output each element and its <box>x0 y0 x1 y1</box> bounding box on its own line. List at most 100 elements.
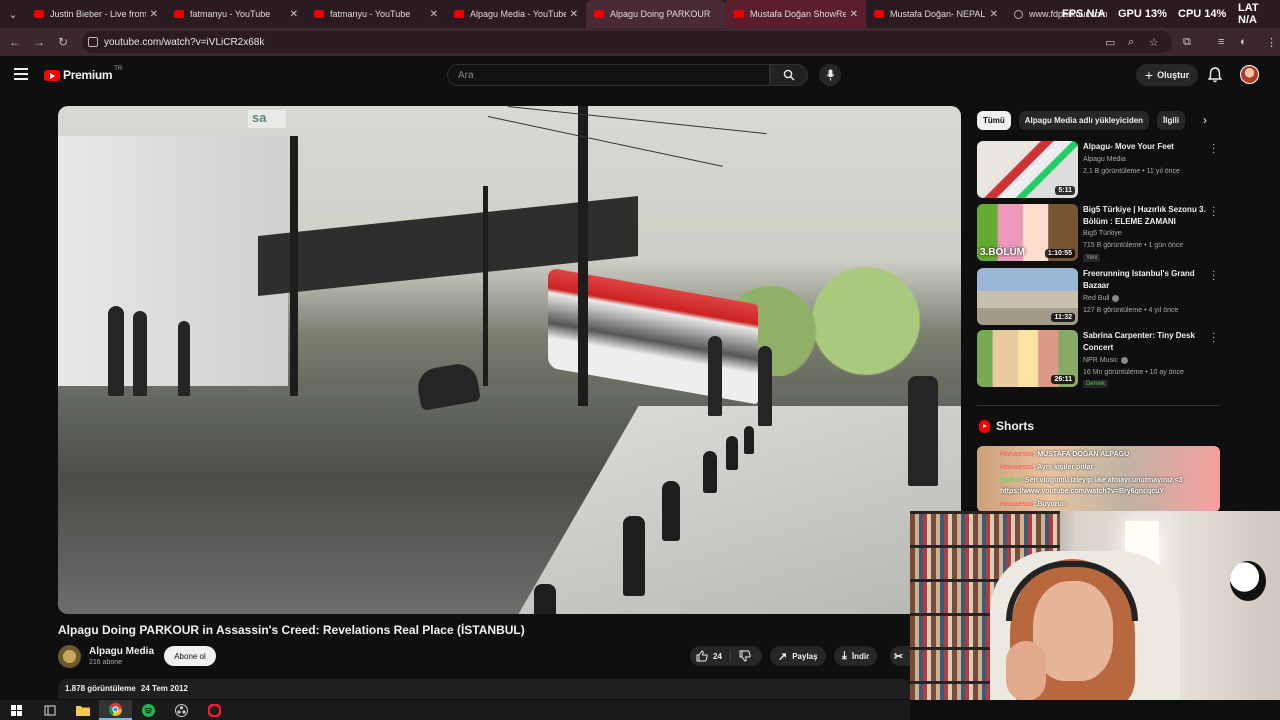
bookmark-star-icon[interactable]: ☆ <box>1149 28 1159 56</box>
account-avatar[interactable] <box>1240 65 1259 84</box>
url-field[interactable]: youtube.com/watch?v=iVLiCR2x68k <box>82 31 1172 53</box>
view-count: 1.878 görüntüleme <box>65 684 136 693</box>
download-button[interactable]: ⤓ İndir <box>834 646 878 666</box>
video-frame-pole <box>483 186 488 386</box>
youtube-logo[interactable]: Premium TR <box>44 66 122 82</box>
browser-tab[interactable]: Mustafa Doğan- NEPALES ✕ <box>866 0 1006 28</box>
chat-text: : Aynı kişiler onlar <box>1033 464 1094 471</box>
hamburger-menu-icon[interactable] <box>14 68 28 80</box>
tab-title: Alpagu Doing PARKOUR <box>610 9 711 19</box>
opera-icon[interactable] <box>198 700 231 720</box>
recommendation-item[interactable]: 26:11 Sabrina Carpenter: Tiny Desk Conce… <box>977 329 1222 388</box>
tab-search-icon[interactable]: ⌄ <box>0 0 26 28</box>
chip-all[interactable]: Tümü <box>977 111 1011 130</box>
share-button[interactable]: ↗ Paylaş <box>770 646 826 666</box>
chat-message: Horusesss: MUSTAFA DOĞAN ALPAGU <box>1000 448 1222 461</box>
obs-icon[interactable] <box>165 700 198 720</box>
recommendation-meta: 2,1 B görüntüleme • 11 yıl önce <box>1083 168 1180 175</box>
chrome-icon[interactable] <box>99 700 132 720</box>
channel-avatar[interactable] <box>58 645 81 668</box>
chip-from-uploader[interactable]: Alpagu Media adlı yükleyiciden <box>1018 111 1150 130</box>
recommendation-title[interactable]: Sabrina Carpenter: Tiny Desk Concert <box>1083 330 1207 354</box>
video-player[interactable]: sa <box>58 106 961 614</box>
tab-list-icon[interactable]: ≡ <box>1218 28 1224 56</box>
more-options-icon[interactable]: · · · <box>1212 203 1218 221</box>
channel-name[interactable]: Alpagu Media <box>89 646 154 657</box>
back-icon[interactable]: ← <box>3 35 27 49</box>
video-duration: 26:11 <box>1051 375 1075 384</box>
video-thumbnail[interactable]: 5:11 <box>977 141 1078 198</box>
more-options-icon[interactable]: · · · <box>1212 329 1218 347</box>
video-thumbnail[interactable]: 11:32 <box>977 268 1078 325</box>
browser-tab[interactable]: Alpagu Media - YouTube ✕ <box>446 0 586 28</box>
close-icon[interactable]: ✕ <box>570 9 578 20</box>
voice-search-button[interactable] <box>819 64 841 86</box>
search-input[interactable]: Ara <box>447 64 770 86</box>
video-thumbnail[interactable]: 3.BÖLÜM 1:10:55 <box>977 204 1078 261</box>
site-info-icon[interactable] <box>88 37 98 47</box>
browser-menu-icon[interactable]: ⋮ <box>1266 28 1277 56</box>
recommendation-channel[interactable]: Red Bull <box>1083 293 1213 305</box>
close-icon[interactable]: ✕ <box>290 9 298 20</box>
description-box[interactable]: 1.878 görüntüleme 24 Tem 2012 <box>58 679 910 699</box>
forward-icon[interactable]: → <box>27 35 51 49</box>
recommendation-meta: 715 B görüntüleme • 1 gün önce <box>1083 242 1184 249</box>
clip-button[interactable]: ✂ <box>890 646 910 666</box>
video-frame-pedestrian <box>108 306 124 396</box>
verified-icon <box>1121 356 1129 364</box>
browser-tab[interactable]: fatmanyu - YouTube ✕ <box>166 0 306 28</box>
recommendation-channel[interactable]: NPR Music <box>1083 355 1213 367</box>
shorts-header: Shorts <box>979 419 1034 433</box>
recommendation-title[interactable]: Freerunning Istanbul's Grand Bazaar <box>1083 268 1207 292</box>
zoom-icon[interactable]: ⌕ <box>1128 28 1134 56</box>
chevron-right-icon[interactable]: › <box>1198 113 1212 127</box>
reload-icon[interactable]: ↻ <box>51 35 75 49</box>
recommendation-item[interactable]: 11:32 Freerunning Istanbul's Grand Bazaa… <box>977 267 1222 326</box>
create-button[interactable]: + Oluştur <box>1136 64 1198 86</box>
close-icon[interactable]: ✕ <box>150 9 158 20</box>
tab-title: Alpagu Media - YouTube <box>470 9 566 19</box>
streamer-hand <box>1006 641 1046 700</box>
youtube-icon <box>734 10 744 18</box>
video-frame-wire <box>507 106 767 135</box>
search-button[interactable] <box>770 64 808 86</box>
windows-start-icon[interactable] <box>0 700 33 720</box>
recommendation-meta: 127 B görüntüleme • 4 yıl önce <box>1083 307 1179 314</box>
new-badge: Yeni <box>1083 254 1101 262</box>
chat-message: https://www.youtube.com/watch?v=Bry6qncq… <box>1000 485 1222 498</box>
browser-tab[interactable]: fatmanyu - YouTube ✕ <box>306 0 446 28</box>
task-view-icon[interactable] <box>33 700 66 720</box>
extensions-icon[interactable]: ⧉ <box>1183 28 1191 56</box>
more-options-icon[interactable]: · · · <box>1212 140 1218 158</box>
youtube-icon <box>34 10 44 18</box>
file-explorer-icon[interactable] <box>66 700 99 720</box>
video-frame-pedestrian <box>708 336 722 416</box>
cpu-readout: CPU 14% <box>1178 8 1227 20</box>
search-icon <box>783 69 795 81</box>
tab-title: Justin Bieber - Live from <box>50 9 146 19</box>
chip-related[interactable]: İlgili <box>1157 111 1186 130</box>
close-icon[interactable]: ✕ <box>850 9 858 20</box>
browser-tab[interactable]: Justin Bieber - Live from ✕ <box>26 0 166 28</box>
browser-tab[interactable]: Mustafa Doğan ShowRe ✕ <box>726 0 866 28</box>
recommendation-title[interactable]: Big5 Türkiye | Hazırlık Sezonu 3. Bölüm … <box>1083 204 1207 228</box>
recommendation-item[interactable]: 3.BÖLÜM 1:10:55 Big5 Türkiye | Hazırlık … <box>977 203 1222 262</box>
video-frame-pedestrian <box>133 311 147 396</box>
recommendation-channel[interactable]: Big5 Türkiye <box>1083 228 1213 240</box>
spotify-icon[interactable] <box>132 700 165 720</box>
close-icon[interactable]: ✕ <box>430 9 438 20</box>
recommendation-channel[interactable]: Alpagu Media <box>1083 154 1213 166</box>
close-icon[interactable]: ✕ <box>990 9 998 20</box>
recommendation-item[interactable]: 5:11 Alpagu- Move Your Feet Alpagu Media… <box>977 140 1222 199</box>
video-title: Alpagu Doing PARKOUR in Assassin's Creed… <box>58 623 525 637</box>
browser-tab-active[interactable]: Alpagu Doing PARKOUR <box>586 0 726 28</box>
dislike-button[interactable] <box>731 650 751 662</box>
like-button[interactable]: 24 <box>696 650 731 662</box>
more-options-icon[interactable]: · · · <box>1212 267 1218 285</box>
subscribe-button[interactable]: Abone ol <box>164 646 216 666</box>
install-icon[interactable]: ▭ <box>1105 28 1115 56</box>
notifications-bell-icon[interactable] <box>1206 66 1224 84</box>
video-thumbnail[interactable]: 26:11 <box>977 330 1078 387</box>
profile-icon[interactable]: ◐ <box>1240 28 1247 56</box>
recommendation-title[interactable]: Alpagu- Move Your Feet <box>1083 141 1207 153</box>
